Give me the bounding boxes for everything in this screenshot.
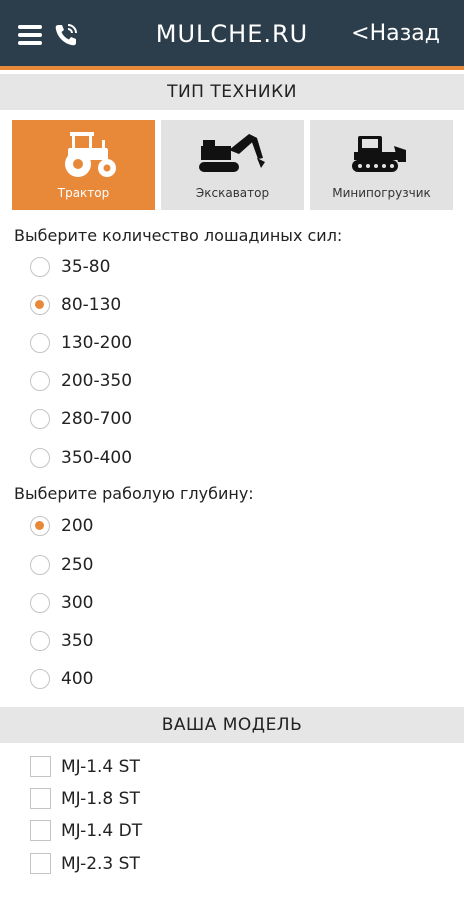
checkbox[interactable] xyxy=(30,756,51,777)
option-label: 280-700 xyxy=(61,409,133,429)
model-label: MJ-1.4 DT xyxy=(61,821,143,841)
option-label: 130-200 xyxy=(61,333,133,353)
radio-button[interactable] xyxy=(30,631,50,651)
radio-button[interactable] xyxy=(30,371,50,391)
option-label: 350-400 xyxy=(61,448,133,468)
option-label: 80-130 xyxy=(61,295,122,315)
checkbox[interactable] xyxy=(30,788,51,809)
radio-button[interactable] xyxy=(30,669,50,689)
tractor-icon xyxy=(12,128,155,180)
option-label: 350 xyxy=(61,631,94,651)
tab-label: Минипогрузчик xyxy=(332,186,431,200)
model-label: MJ-1.8 ST xyxy=(61,789,140,809)
back-button[interactable]: <Назад xyxy=(351,21,440,46)
depth-label: Выберите раболую глубину: xyxy=(14,484,254,503)
tab-excavator[interactable]: Экскаватор xyxy=(161,120,304,210)
radio-button[interactable] xyxy=(30,516,50,536)
tab-skid-steer[interactable]: Минипогрузчик xyxy=(310,120,453,210)
checkbox[interactable] xyxy=(30,853,51,874)
excavator-icon xyxy=(161,128,304,180)
equipment-tabs: Трактор Экскаватор Минипогрузчик xyxy=(12,120,454,210)
radio-button[interactable] xyxy=(30,409,50,429)
equipment-type-header: ТИП ТЕХНИКИ xyxy=(0,74,464,110)
tab-label: Экскаватор xyxy=(195,186,270,200)
radio-button[interactable] xyxy=(30,593,50,613)
radio-button[interactable] xyxy=(30,257,50,277)
checkbox[interactable] xyxy=(30,820,51,841)
top-bar: MULCHE.RU <Назад xyxy=(0,0,464,70)
model-label: MJ-1.4 ST xyxy=(61,757,140,777)
radio-button[interactable] xyxy=(30,295,50,315)
tab-tractor[interactable]: Трактор xyxy=(12,120,155,210)
tab-label: Трактор xyxy=(57,186,110,200)
model-label: MJ-2.3 ST xyxy=(61,854,140,874)
model-header: ВАША МОДЕЛЬ xyxy=(0,707,464,743)
horsepower-label: Выберите количество лошадиных сил: xyxy=(14,226,343,245)
option-label: 250 xyxy=(61,555,94,575)
radio-button[interactable] xyxy=(30,448,50,468)
option-label: 35-80 xyxy=(61,257,111,277)
option-label: 400 xyxy=(61,669,94,689)
option-label: 200 xyxy=(61,516,94,536)
option-label: 200-350 xyxy=(61,371,133,391)
radio-button[interactable] xyxy=(30,333,50,353)
option-label: 300 xyxy=(61,593,94,613)
skid-steer-icon xyxy=(310,128,453,180)
radio-button[interactable] xyxy=(30,555,50,575)
